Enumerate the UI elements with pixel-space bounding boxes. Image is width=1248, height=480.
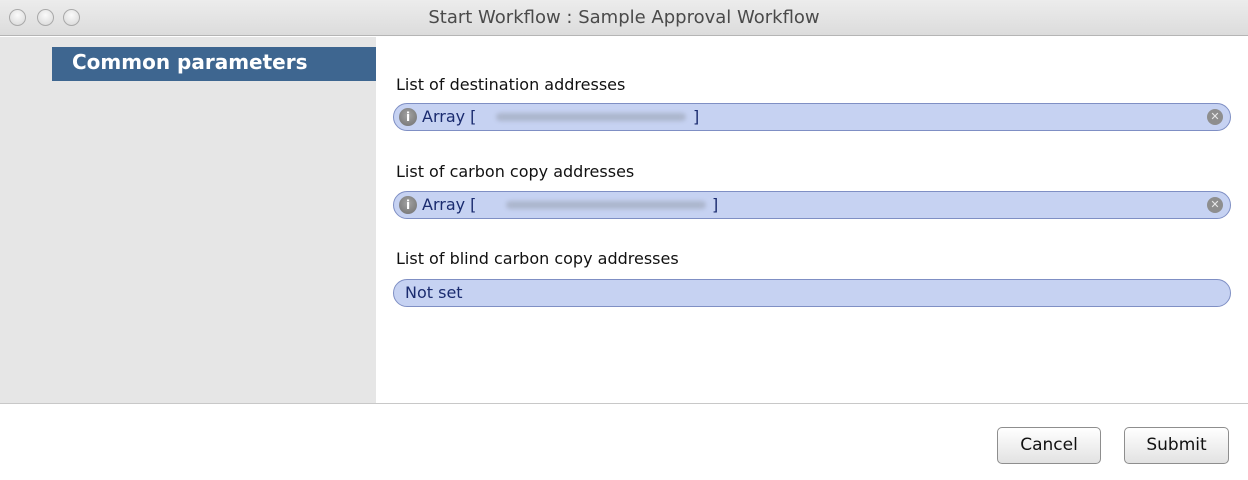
blind-carbon-copy-addresses-label: List of blind carbon copy addresses bbox=[396, 249, 679, 268]
destination-addresses-suffix: ] bbox=[693, 107, 700, 126]
sidebar-item-label: Common parameters bbox=[72, 50, 308, 74]
destination-addresses-label: List of destination addresses bbox=[396, 75, 626, 94]
clear-icon[interactable]: ✕ bbox=[1207, 109, 1223, 125]
redacted-value bbox=[506, 201, 706, 209]
carbon-copy-addresses-label: List of carbon copy addresses bbox=[396, 162, 635, 181]
parameters-panel: List of destination addresses i Array [ … bbox=[376, 37, 1248, 403]
sidebar: Common parameters bbox=[0, 37, 376, 403]
carbon-copy-addresses-field[interactable]: i Array [ ] ✕ bbox=[393, 191, 1231, 219]
sidebar-item-common-parameters[interactable]: Common parameters bbox=[52, 47, 376, 81]
blind-carbon-copy-addresses-field[interactable]: Not set bbox=[393, 279, 1231, 307]
clear-icon[interactable]: ✕ bbox=[1207, 197, 1223, 213]
window-title: Start Workflow : Sample Approval Workflo… bbox=[428, 7, 820, 28]
destination-addresses-field[interactable]: i Array [ ] ✕ bbox=[393, 103, 1231, 131]
info-icon[interactable]: i bbox=[399, 108, 417, 126]
submit-button[interactable]: Submit bbox=[1124, 427, 1229, 464]
info-icon[interactable]: i bbox=[399, 196, 417, 214]
cancel-button[interactable]: Cancel bbox=[997, 427, 1101, 464]
blind-carbon-copy-addresses-value: Not set bbox=[405, 283, 463, 302]
carbon-copy-addresses-prefix: Array [ bbox=[422, 195, 477, 214]
workflow-window: Start Workflow : Sample Approval Workflo… bbox=[0, 0, 1248, 480]
redacted-value bbox=[496, 113, 686, 121]
carbon-copy-addresses-suffix: ] bbox=[712, 195, 719, 214]
title-bar[interactable]: Start Workflow : Sample Approval Workflo… bbox=[0, 0, 1248, 36]
dialog-footer: Cancel Submit bbox=[0, 403, 1248, 480]
destination-addresses-prefix: Array [ bbox=[422, 107, 477, 126]
